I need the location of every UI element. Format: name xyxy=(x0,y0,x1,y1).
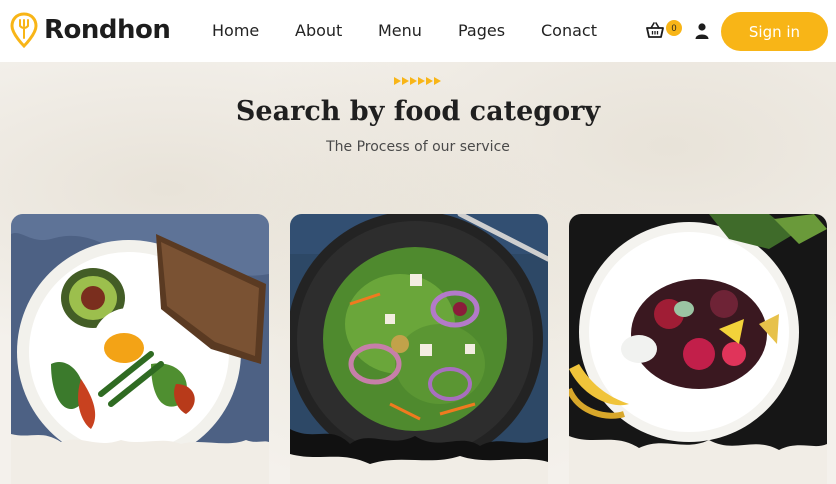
location-pin-fork-icon xyxy=(10,12,38,48)
nav-contact[interactable]: Conact xyxy=(541,21,597,40)
nav-home[interactable]: Home xyxy=(212,21,259,40)
site-header: Rondhon Home About Menu Pages Conact 0 S… xyxy=(0,0,836,62)
fruit-plate-photo xyxy=(569,214,827,484)
logo[interactable]: Rondhon xyxy=(10,12,171,48)
decorative-arrows-icon xyxy=(394,77,441,85)
cart-count-badge: 0 xyxy=(666,20,682,36)
green-salad-photo xyxy=(290,214,548,484)
nav-menu[interactable]: Menu xyxy=(378,21,422,40)
category-card-salad[interactable] xyxy=(290,214,548,484)
category-card-breakfast[interactable] xyxy=(11,214,269,484)
section-subtitle: The Process of our service xyxy=(326,139,510,155)
sign-in-button[interactable]: Sign in xyxy=(721,12,828,51)
category-card-fruit[interactable] xyxy=(569,214,827,484)
nav-about[interactable]: About xyxy=(295,21,342,40)
section-title: Search by food category xyxy=(235,96,601,127)
user-icon[interactable] xyxy=(695,23,709,39)
breakfast-plate-photo xyxy=(11,214,269,484)
nav-pages[interactable]: Pages xyxy=(458,21,505,40)
basket-icon[interactable] xyxy=(646,22,664,40)
brand-name: Rondhon xyxy=(44,15,171,45)
